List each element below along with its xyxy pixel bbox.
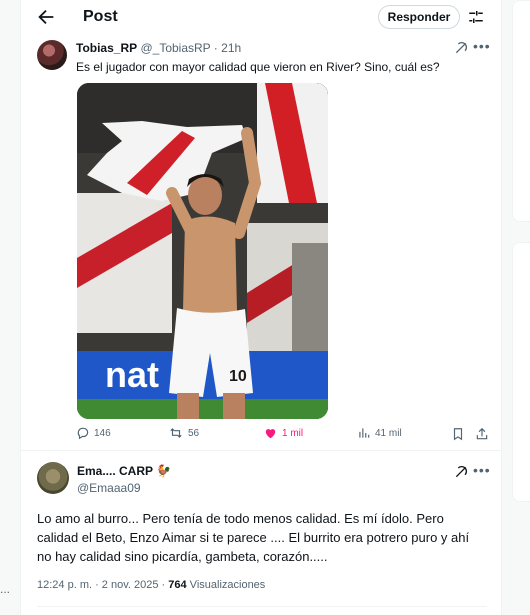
views-chart-icon <box>359 428 370 438</box>
reply-author-handle[interactable]: @Emaaa09 <box>77 481 141 495</box>
tweet-time[interactable]: 21h <box>221 41 241 55</box>
reply-button[interactable]: Responder <box>378 5 460 29</box>
right-card-top <box>512 0 530 222</box>
bookmark-icon[interactable] <box>451 427 465 441</box>
banner-text: nat <box>105 354 159 395</box>
reply-timestamp[interactable]: 12:24 p. m. · 2 nov. 2025 · <box>37 579 168 591</box>
like-count: 1 mil <box>282 427 304 439</box>
reply-more-options-icon[interactable]: ••• <box>473 462 491 478</box>
author-avatar[interactable] <box>37 40 67 70</box>
meta-separator: · <box>210 41 222 55</box>
tweet-photo[interactable]: nat 10 <box>77 83 328 419</box>
post-column: Post Responder Tobias_RP @_TobiasRP · 21… <box>20 0 502 615</box>
left-column-ellipsis: ... <box>0 582 11 596</box>
reply-author-name-line[interactable]: Ema.... CARP 🐓 <box>77 464 171 478</box>
author-handle[interactable]: @_TobiasRP <box>140 41 210 55</box>
chick-emoji-icon: 🐓 <box>156 464 172 478</box>
like-action[interactable]: 1 mil <box>263 426 303 440</box>
repost-icon <box>170 428 182 438</box>
page-title: Post <box>83 8 118 25</box>
reply-count: 146 <box>94 427 111 439</box>
more-options-icon[interactable]: ••• <box>473 38 491 54</box>
reply-views-label: Visualizaciones <box>186 579 266 591</box>
player-celebration-image: nat 10 <box>77 83 328 419</box>
tweet-actions-bar: 146 56 1 mil 41 mil <box>76 426 496 446</box>
reply-author-avatar[interactable] <box>37 462 69 494</box>
divider <box>21 450 501 451</box>
reply-author-name: Ema.... CARP <box>77 464 153 478</box>
reply-action[interactable]: 146 <box>76 426 111 440</box>
tweet-author-line: Tobias_RP @_TobiasRP · 21h <box>76 41 241 55</box>
right-card-middle <box>512 242 530 502</box>
views-action[interactable]: 41 mil <box>357 426 402 440</box>
author-name[interactable]: Tobias_RP <box>76 41 137 55</box>
settings-sliders-icon[interactable] <box>467 8 485 26</box>
back-arrow-icon[interactable] <box>35 6 57 28</box>
repost-action[interactable]: 56 <box>168 426 199 440</box>
divider <box>37 606 487 607</box>
reply-icon <box>77 427 89 440</box>
grok-icon[interactable] <box>453 40 469 56</box>
views-count: 41 mil <box>375 427 402 439</box>
right-sidebar-edge <box>512 0 530 615</box>
reply-timestamp-line: 12:24 p. m. · 2 nov. 2025 · 764 Visualiz… <box>37 579 265 591</box>
heart-icon <box>265 429 276 439</box>
jersey-number: 10 <box>229 368 247 385</box>
share-icon[interactable] <box>475 427 489 441</box>
tweet-text: Es el jugador con mayor calidad que vier… <box>76 60 440 74</box>
repost-count: 56 <box>188 427 200 439</box>
reply-text: Lo amo al burro... Pero tenía de todo me… <box>37 511 470 564</box>
post-header: Post Responder <box>21 0 501 36</box>
grok-icon[interactable] <box>453 464 469 480</box>
reply-views-count: 764 <box>168 579 187 591</box>
